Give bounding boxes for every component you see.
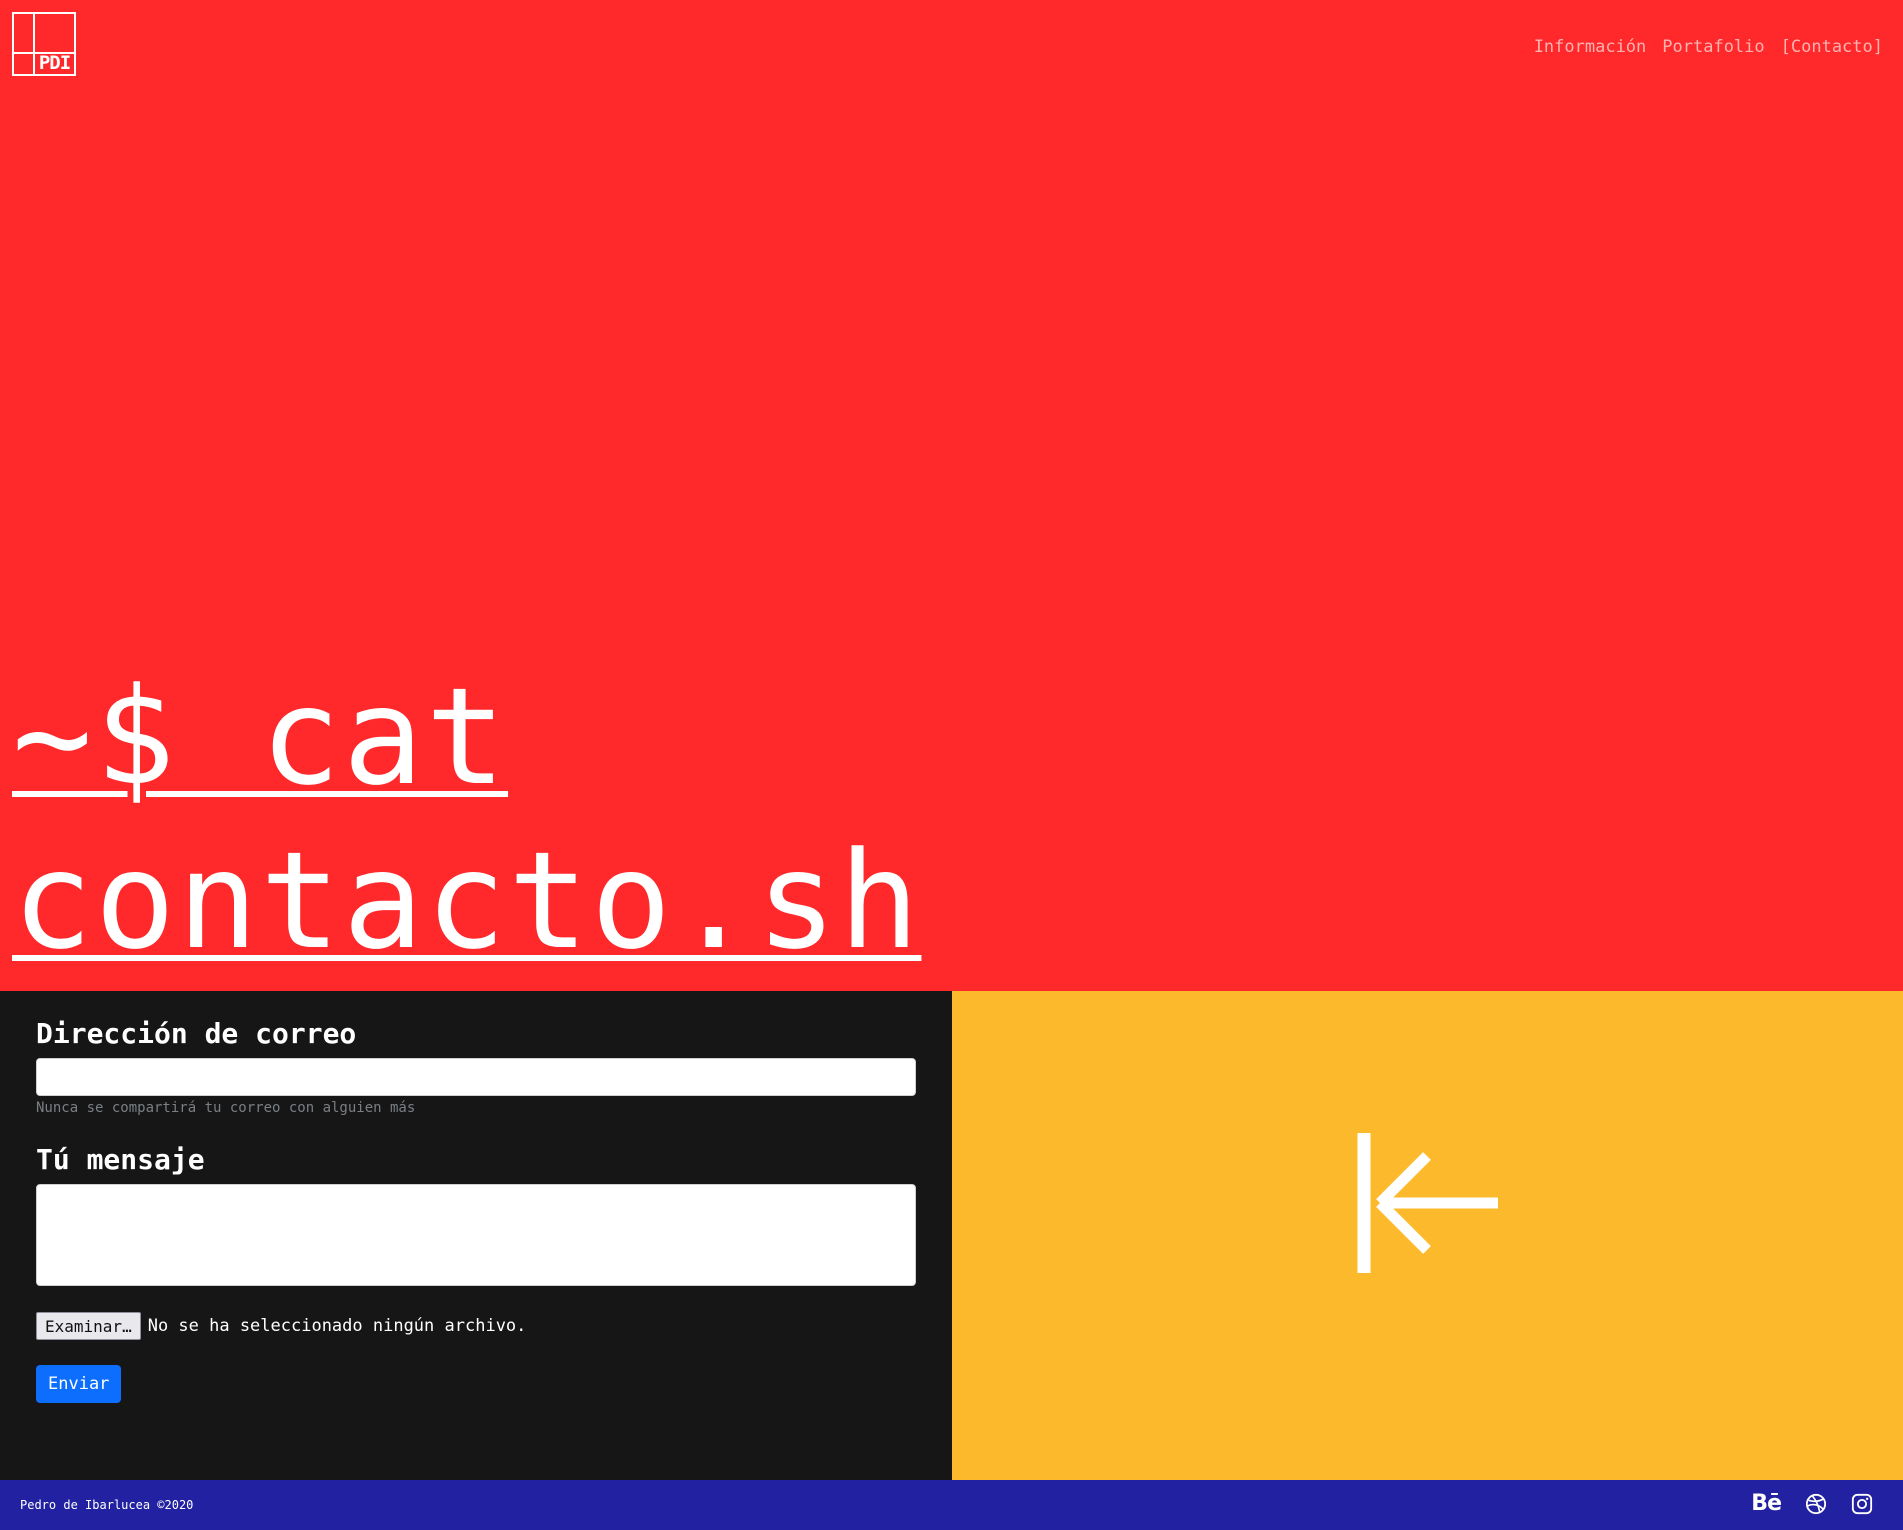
- headline-line-1[interactable]: ~$ cat: [12, 659, 508, 815]
- file-browse-button[interactable]: Examinar…: [36, 1312, 141, 1340]
- file-status-text: No se ha seleccionado ningún archivo.: [147, 1316, 527, 1336]
- behance-icon[interactable]: Bē: [1751, 1492, 1782, 1516]
- logo-text: PDI: [38, 52, 71, 74]
- submit-button[interactable]: Enviar: [36, 1365, 122, 1403]
- file-input: Examinar… No se ha seleccionado ningún a…: [36, 1312, 526, 1340]
- instagram-icon[interactable]: [1851, 1492, 1873, 1516]
- message-label: Tú mensaje: [36, 1143, 205, 1176]
- nav-item-contacto[interactable]: [Contacto]: [1781, 36, 1883, 58]
- email-help-text: Nunca se compartirá tu correo con alguie…: [36, 1100, 416, 1116]
- email-field[interactable]: [36, 1058, 916, 1096]
- hero-section: PDI Información Portafolio [Contacto] ~$…: [0, 0, 1903, 991]
- main-nav: Información Portafolio [Contacto]: [1534, 36, 1883, 58]
- logo[interactable]: PDI: [12, 12, 76, 76]
- copyright-text: Pedro de Ibarlucea ©2020: [20, 1498, 194, 1512]
- email-label: Dirección de correo: [36, 1017, 357, 1050]
- headline-line-2[interactable]: contacto.sh: [12, 823, 921, 979]
- dribbble-icon[interactable]: [1805, 1492, 1827, 1516]
- contact-form: Dirección de correo Nunca se compartirá …: [0, 991, 952, 1480]
- nav-item-portafolio[interactable]: Portafolio: [1662, 36, 1764, 58]
- social-links: Bē: [1751, 1492, 1873, 1516]
- back-arrow-icon[interactable]: [1357, 1133, 1498, 1273]
- message-field[interactable]: [36, 1184, 916, 1286]
- nav-item-informacion[interactable]: Información: [1534, 36, 1647, 58]
- footer: Pedro de Ibarlucea ©2020 Bē: [0, 1480, 1903, 1530]
- page-title: ~$ cat contacto.sh: [12, 655, 1212, 983]
